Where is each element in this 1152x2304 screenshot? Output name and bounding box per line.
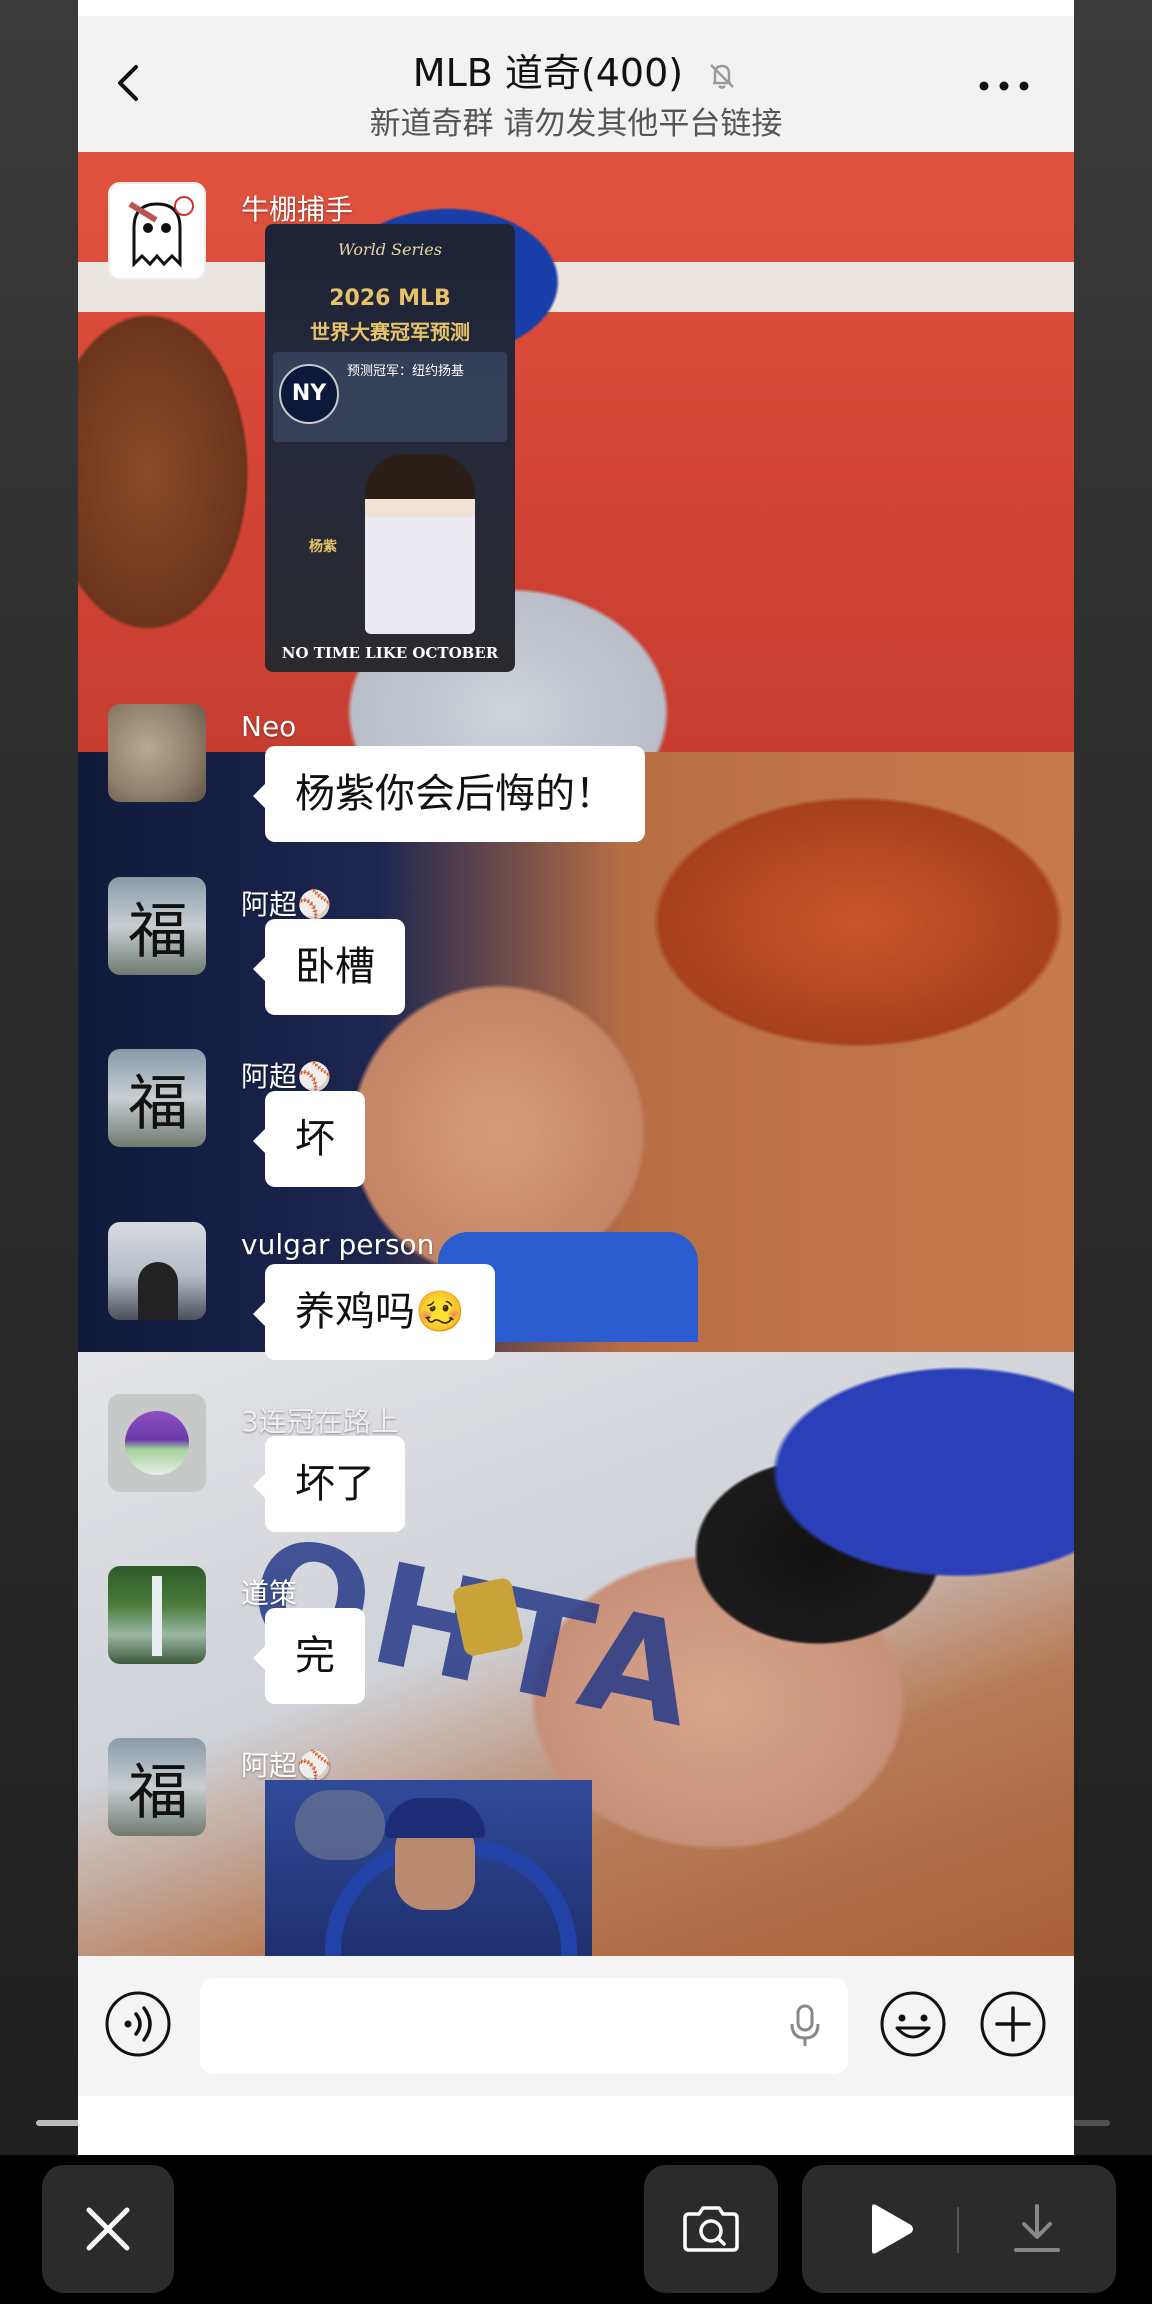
more-icon[interactable] <box>974 74 1034 98</box>
chat-subtitle: 新道奇群 请勿发其他平台链接 <box>369 106 783 142</box>
image-message[interactable] <box>265 1780 592 1956</box>
shared-card[interactable]: World Series 2026 MLB 世界大赛冠军预测 NY 预测冠军：纽… <box>265 224 515 672</box>
emoji-icon[interactable] <box>879 1990 947 2058</box>
card-person-image <box>365 454 475 634</box>
sender-name: 阿超⚾ <box>241 1060 332 1093</box>
chat-title: MLB 道奇(400) <box>78 42 1074 97</box>
card-headline-2: 世界大赛冠军预测 <box>310 320 470 344</box>
sender-name: 阿超⚾ <box>241 1749 332 1782</box>
camera-button[interactable] <box>644 2165 778 2293</box>
avatar[interactable] <box>108 1222 206 1320</box>
play-icon[interactable] <box>866 2202 916 2256</box>
message-input[interactable] <box>200 1978 848 2074</box>
progress-segment <box>36 2120 297 2126</box>
download-icon[interactable] <box>1012 2202 1062 2256</box>
mic-icon[interactable] <box>788 2004 822 2048</box>
card-headline: 2026 MLB <box>329 286 451 311</box>
card-footer: NO TIME LIKE OCTOBER <box>281 644 499 662</box>
message-bubble[interactable]: 完 <box>253 1608 365 1704</box>
avatar[interactable]: 福 <box>108 1738 206 1836</box>
toolbar-divider <box>957 2207 959 2253</box>
camera-icon <box>683 2206 739 2252</box>
card-series: World Series <box>338 240 442 259</box>
avatar[interactable] <box>108 1394 206 1492</box>
message-bubble[interactable]: 养鸡吗🥴 <box>253 1264 495 1360</box>
sender-name: 牛棚捕手 <box>241 193 354 226</box>
avatar[interactable]: 福 <box>108 877 206 975</box>
status-time: 4:12 <box>398 0 433 10</box>
progress-segment <box>578 2120 839 2126</box>
input-bar <box>78 1956 1074 2096</box>
avatar[interactable] <box>108 182 206 280</box>
team-logo: NY <box>279 364 339 424</box>
sender-name: Neo <box>241 710 297 743</box>
card-prediction: 预测冠军：纽约扬基 <box>347 364 465 379</box>
signal-icon: ▮▮▮ ▮▮▮ <box>678 0 757 10</box>
viewer-toolbar <box>0 2155 1152 2304</box>
status-bar: 4:12 ▮▮▮ ▮▮▮ 44 <box>78 0 1074 16</box>
chat-area[interactable]: OHTA 牛棚捕手 World Series 2026 MLB 世界大赛冠军预测… <box>78 152 1074 1956</box>
progress-segment <box>307 2120 568 2126</box>
voice-icon[interactable] <box>104 1990 172 2058</box>
story-progress <box>36 2120 1110 2128</box>
background-photo-ball-grip <box>78 752 1074 1352</box>
plus-icon[interactable] <box>979 1990 1047 2058</box>
close-icon <box>86 2207 130 2251</box>
sender-name: 阿超⚾ <box>241 888 332 921</box>
card-person-name: 杨紫 <box>309 539 337 555</box>
chat-header: MLB 道奇(400) 新道奇群 请勿发其他平台链接 <box>78 16 1074 152</box>
sender-name: 道策 <box>241 1577 298 1610</box>
sender-name: vulgar person <box>241 1228 435 1261</box>
bell-muted-icon <box>710 63 735 89</box>
close-button[interactable] <box>42 2165 174 2293</box>
progress-segment <box>849 2120 1110 2126</box>
avatar[interactable]: 福 <box>108 1049 206 1147</box>
message-bubble[interactable]: 卧槽 <box>253 919 405 1015</box>
media-actions <box>802 2165 1116 2293</box>
sender-name: 3连冠在路上 <box>241 1405 399 1438</box>
background-photo-pitcher-glove <box>78 152 1074 752</box>
avatar[interactable] <box>108 704 206 802</box>
ghost-avatar-icon <box>128 196 194 268</box>
message-bubble[interactable]: 杨紫你会后悔的！ <box>253 746 645 842</box>
message-bubble[interactable]: 坏了 <box>253 1436 405 1532</box>
avatar[interactable] <box>108 1566 206 1664</box>
message-bubble[interactable]: 坏 <box>253 1091 365 1187</box>
chat-screenshot: 4:12 ▮▮▮ ▮▮▮ 44 MLB 道奇(400) 新道奇群 请勿发其他平台… <box>78 0 1074 2155</box>
battery-icon: 44 <box>992 0 1054 12</box>
group-name: MLB 道奇(400) <box>412 51 684 95</box>
